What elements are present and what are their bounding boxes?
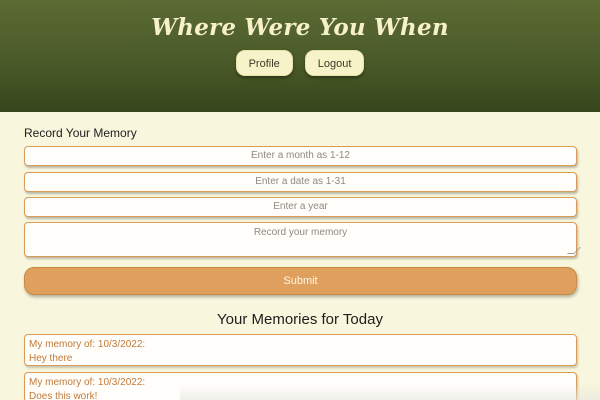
profile-button[interactable]: Profile xyxy=(235,50,293,76)
memory-card-text: Does this work! xyxy=(29,391,98,400)
memory-card-label: My memory of: 10/3/2022: xyxy=(29,339,146,350)
memory-card: My memory of: 10/3/2022: Hey there xyxy=(24,334,577,366)
record-memory-label: Record Your Memory xyxy=(24,126,137,140)
app-header: Where Were You When Profile Logout xyxy=(0,0,600,112)
memories-heading: Your Memories for Today xyxy=(217,311,383,328)
date-input[interactable]: Enter a date as 1-31 xyxy=(24,172,577,192)
app-title: Where Were You When xyxy=(151,14,449,41)
month-input[interactable]: Enter a month as 1-12 xyxy=(24,146,577,166)
memory-placeholder: Record your memory xyxy=(253,227,348,238)
nav-bar: Profile Logout xyxy=(0,50,600,76)
submit-button[interactable]: Submit xyxy=(24,267,577,295)
logout-button[interactable]: Logout xyxy=(304,50,365,76)
resize-grip-icon[interactable] xyxy=(567,247,581,254)
year-input[interactable]: Enter a year xyxy=(24,197,577,217)
memory-card-label: My memory of: 10/3/2022: xyxy=(29,377,146,388)
memory-card: My memory of: 10/3/2022: Does this work! xyxy=(24,372,577,400)
memory-textarea[interactable]: Record your memory xyxy=(24,222,581,257)
memory-card-text: Hey there xyxy=(29,353,73,364)
